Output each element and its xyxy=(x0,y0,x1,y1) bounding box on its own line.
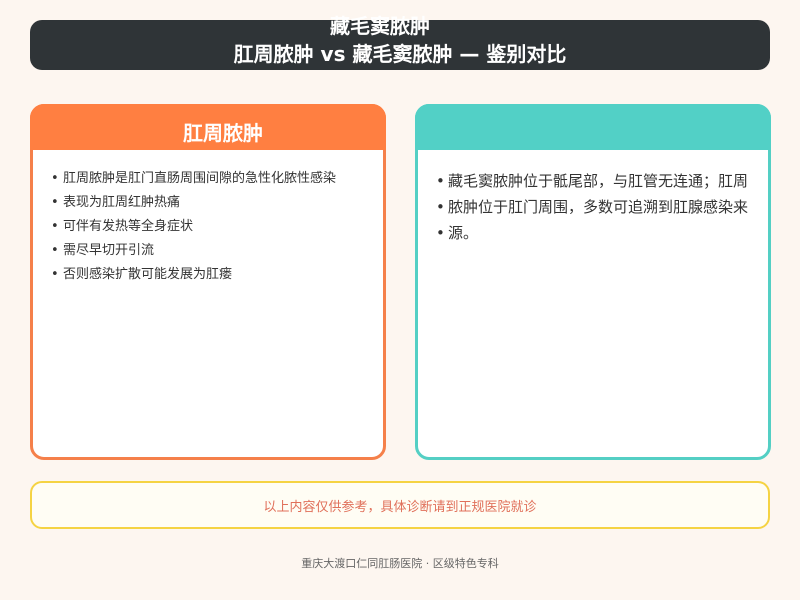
list-item: 脓肿位于肛门周围，多数可追溯到肛腺感染来 xyxy=(436,194,766,220)
pilonidal-abscess-card: 藏毛窦脓肿位于骶尾部，与肛管无连通；肛周 脓肿位于肛门周围，多数可追溯到肛腺感染… xyxy=(415,104,771,460)
list-item: 否则感染扩散可能发展为肛瘘 xyxy=(51,263,336,287)
pilonidal-abscess-list: 藏毛窦脓肿位于骶尾部，与肛管无连通；肛周 脓肿位于肛门周围，多数可追溯到肛腺感染… xyxy=(436,168,766,246)
perianal-abscess-card-title: 肛周脓肿 xyxy=(183,121,263,145)
perianal-abscess-list: 肛周脓肿是肛门直肠周围间隙的急性化脓性感染 表现为肛周红肿热痛 可伴有发热等全身… xyxy=(51,167,336,287)
pilonidal-abscess-card-header xyxy=(415,104,771,150)
list-item: 藏毛窦脓肿位于骶尾部，与肛管无连通；肛周 xyxy=(436,168,766,194)
list-item: 表现为肛周红肿热痛 xyxy=(51,191,336,215)
list-item: 源。 xyxy=(436,220,766,246)
list-item: 肛周脓肿是肛门直肠周围间隙的急性化脓性感染 xyxy=(51,167,336,191)
list-item: 可伴有发热等全身症状 xyxy=(51,215,336,239)
disclaimer-text: 以上内容仅供参考，具体诊断请到正规医院就诊 xyxy=(263,499,537,515)
pilonidal-abscess-card-title: 藏毛窦脓肿 xyxy=(330,14,430,38)
list-item: 需尽早切开引流 xyxy=(51,239,336,263)
page-title-text: 肛周脓肿 vs 藏毛窦脓肿 — 鉴别对比 xyxy=(233,41,567,66)
perianal-abscess-card: 肛周脓肿 肛周脓肿是肛门直肠周围间隙的急性化脓性感染 表现为肛周红肿热痛 可伴有… xyxy=(30,104,386,460)
disclaimer-notice: 以上内容仅供参考，具体诊断请到正规医院就诊 xyxy=(30,481,770,529)
footer-credit: 重庆大渡口仁同肛肠医院 · 区级特色专科 xyxy=(301,557,499,570)
